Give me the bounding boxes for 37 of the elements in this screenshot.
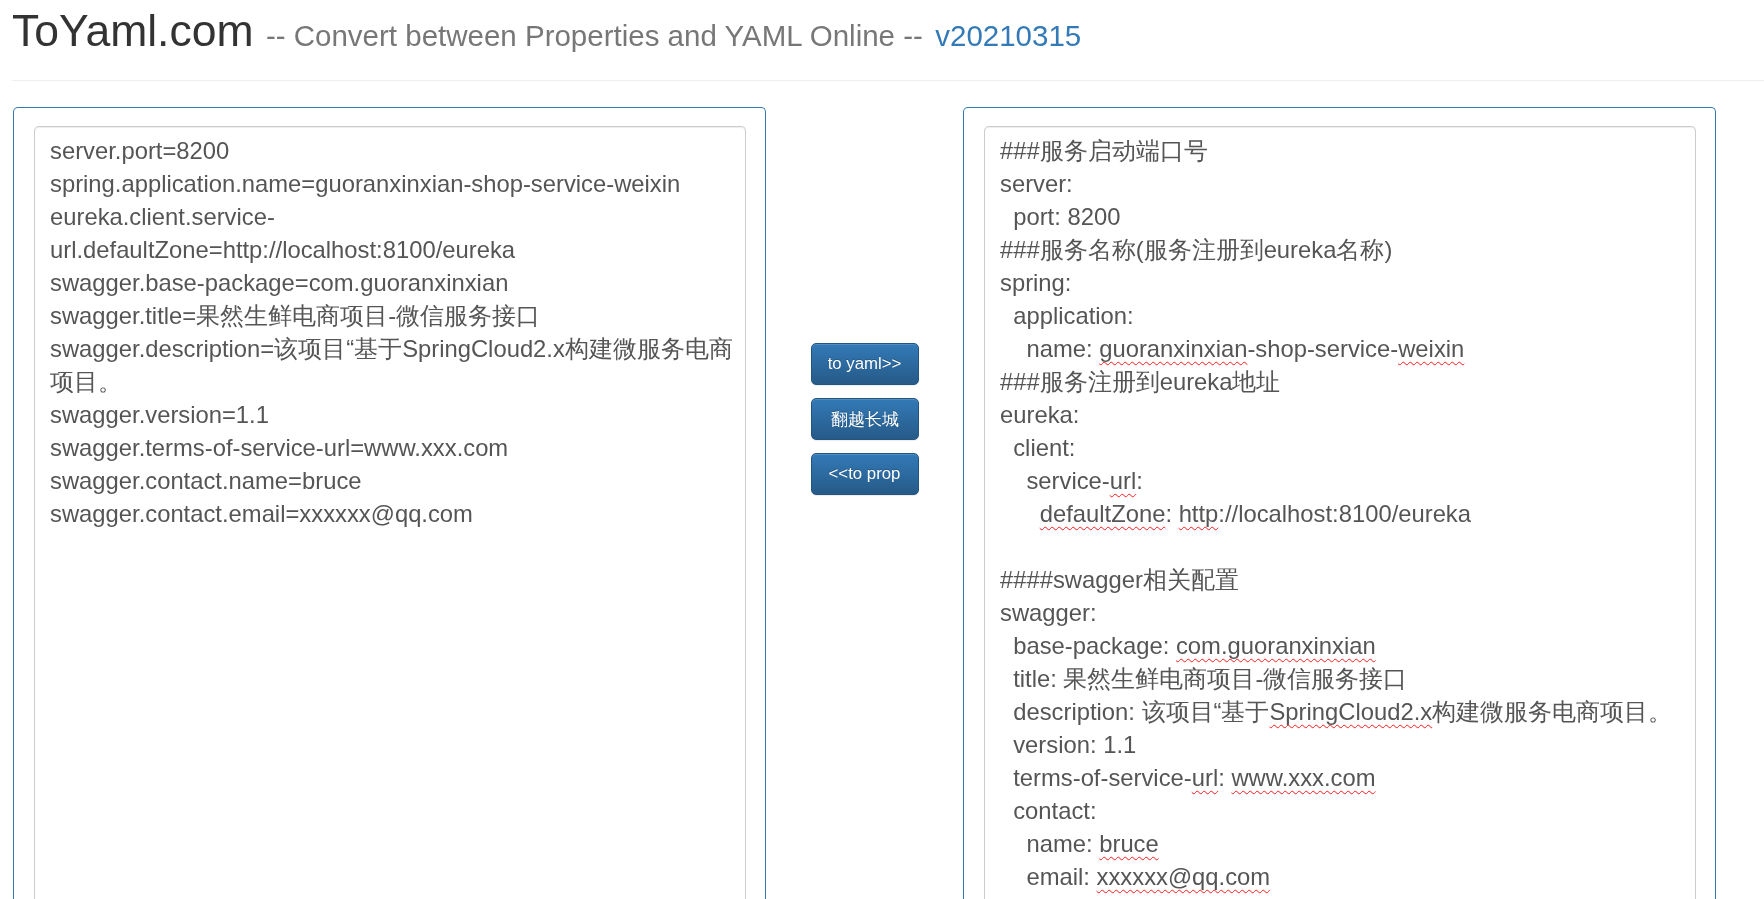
code-line: server.port=8200 xyxy=(50,136,231,166)
code-line: swagger.description=该项目“基于SpringCloud2.x构建微服务电商项目。 xyxy=(50,334,733,397)
code-line: ###服务注册到eureka地址 xyxy=(1000,367,1282,397)
code-line: eureka: xyxy=(1000,400,1081,430)
code-line: application: xyxy=(1013,301,1135,331)
code-line: service-url: xyxy=(1026,466,1144,496)
code-line: swagger.contact.name=bruce xyxy=(50,466,363,496)
site-tagline: -- Convert between Properties and YAML Online -- xyxy=(265,19,923,52)
action-button[interactable]: 翻越长城 xyxy=(810,398,919,440)
code-line: title: 果然生鲜电商项目-微信服务接口 xyxy=(1013,664,1409,694)
version-link[interactable]: v20210315 xyxy=(935,19,1082,52)
code-line: ####swagger相关配置 xyxy=(1000,565,1240,595)
code-line: spring.application.name=guoranxinxian-shop-service-weixin xyxy=(50,169,682,199)
action-button[interactable]: <<to prop xyxy=(810,453,919,495)
code-line: swagger.contact.email=xxxxxx@qq.com xyxy=(50,499,474,529)
code-line: ###服务名称(服务注册到eureka名称) xyxy=(1000,235,1394,265)
code-line: description: 该项目“基于SpringCloud2.x构建微服务电商项目。 xyxy=(1013,697,1674,727)
code-line: name: guoranxinxian-shop-service-weixin xyxy=(1026,334,1466,364)
site-title: ToYaml.com xyxy=(12,6,254,55)
code-line: contact: xyxy=(1013,796,1098,826)
code-line: swagger.title=果然生鲜电商项目-微信服务接口 xyxy=(50,301,542,331)
code-line: email: xxxxxx@qq.com xyxy=(1026,862,1272,892)
code-line: swagger.terms-of-service-url=www.xxx.com xyxy=(50,433,510,463)
code-line: port: 8200 xyxy=(1013,202,1122,232)
code-line: swagger.version=1.1 xyxy=(50,400,270,430)
code-line: name: bruce xyxy=(1026,829,1160,859)
code-line: terms-of-service-url: www.xxx.com xyxy=(1013,763,1377,793)
code-line: swagger.base-package=com.guoranxinxian xyxy=(50,268,510,298)
code-line: base-package: com.guoranxinxian xyxy=(1013,631,1377,661)
code-line: client: xyxy=(1013,433,1077,463)
code-line: defaultZone: http://localhost:8100/eureka xyxy=(1039,499,1472,529)
code-line: spring: xyxy=(1000,268,1073,298)
action-button[interactable]: to yaml>> xyxy=(810,343,919,385)
code-line: version: 1.1 xyxy=(1013,730,1138,760)
code-line: ###服务启动端口号 xyxy=(1000,136,1209,166)
code-line: swagger: xyxy=(1000,598,1098,628)
code-line: server: xyxy=(1000,169,1074,199)
